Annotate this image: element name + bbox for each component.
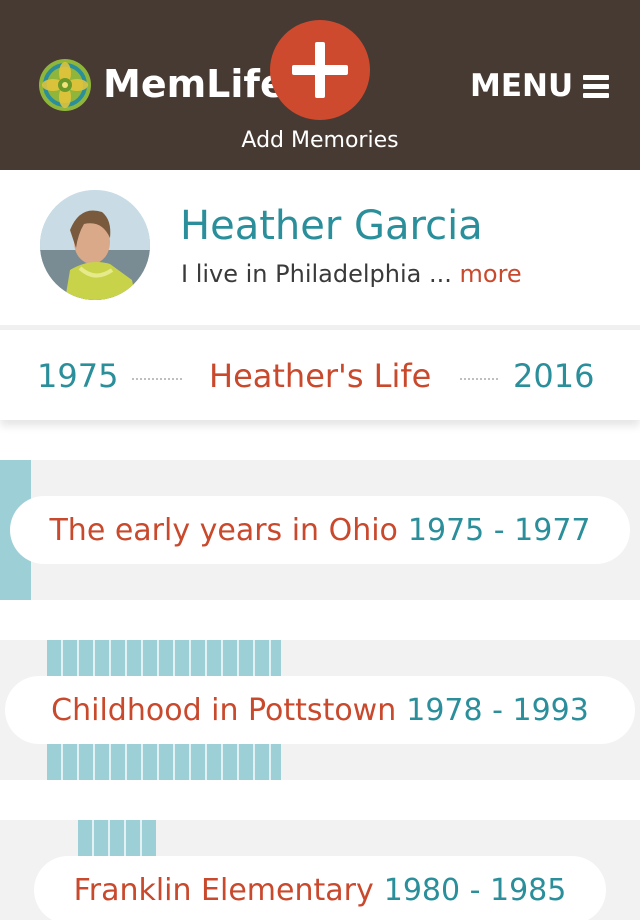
avatar-photo bbox=[40, 190, 150, 300]
menu-label: MENU bbox=[470, 68, 574, 104]
app-logo-text[interactable]: MemLife bbox=[103, 62, 286, 106]
avatar[interactable] bbox=[40, 190, 150, 300]
period-pill[interactable]: Franklin Elementary 1980 - 1985 bbox=[34, 856, 606, 924]
menu-button[interactable]: MENU bbox=[470, 66, 610, 106]
profile-bio-text: I live in Philadelphia ... bbox=[181, 260, 452, 288]
timeline-period-row: The early years in Ohio 1975 - 1977 bbox=[0, 460, 640, 600]
timeline-period-row: Childhood in Pottstown 1978 - 1993 bbox=[0, 640, 640, 780]
timeline-period-row: Franklin Elementary 1980 - 1985 bbox=[0, 820, 640, 924]
hamburger-icon bbox=[583, 74, 610, 98]
dotted-separator bbox=[460, 378, 498, 380]
period-range: 1980 - 1985 bbox=[383, 872, 567, 908]
period-range: 1978 - 1993 bbox=[406, 692, 589, 728]
life-title: Heather's Life bbox=[209, 357, 432, 395]
period-range: 1975 - 1977 bbox=[407, 512, 591, 548]
plus-icon-vertical bbox=[315, 42, 325, 98]
profile-card: Heather Garcia I live in Philadelphia ..… bbox=[0, 170, 640, 325]
add-memories-button[interactable] bbox=[270, 20, 370, 120]
period-title: Childhood in Pottstown bbox=[51, 692, 397, 728]
timeline-end-year: 2016 bbox=[513, 357, 595, 395]
period-title: Franklin Elementary bbox=[73, 872, 374, 908]
profile-name: Heather Garcia bbox=[180, 203, 483, 249]
period-pill[interactable]: Childhood in Pottstown 1978 - 1993 bbox=[5, 676, 635, 744]
profile-bio: I live in Philadelphia ... more bbox=[181, 260, 522, 288]
app-header: MemLife Add Memories MENU bbox=[0, 0, 640, 170]
add-memories-label[interactable]: Add Memories bbox=[220, 128, 420, 153]
more-link[interactable]: more bbox=[460, 260, 522, 288]
dotted-separator bbox=[132, 378, 182, 380]
timeline-start-year: 1975 bbox=[37, 357, 119, 395]
period-title: The early years in Ohio bbox=[49, 512, 398, 548]
life-timeline-header: 1975 Heather's Life 2016 bbox=[0, 330, 640, 420]
period-pill[interactable]: The early years in Ohio 1975 - 1977 bbox=[10, 496, 630, 564]
memlife-logo-icon[interactable] bbox=[38, 58, 92, 112]
